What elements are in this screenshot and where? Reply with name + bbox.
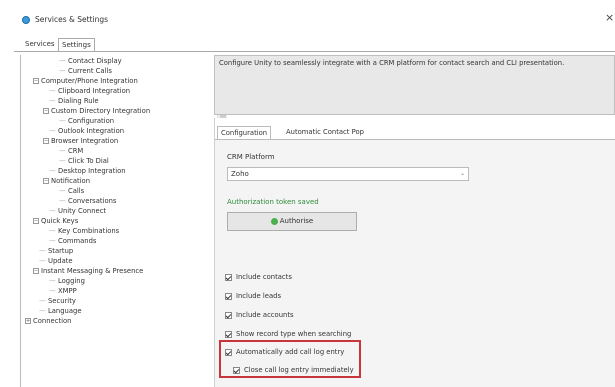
tree-item-clipboard-integration[interactable]: — Clipboard Integration [49,87,130,95]
checkbox-checked-icon [225,330,232,338]
tab-settings[interactable]: Settings [58,38,95,52]
checkbox-include-leads[interactable]: Include leads [225,292,281,300]
collapse-icon[interactable]: − [33,218,39,224]
content-area: Configuration Automatic Contact Pop CRM … [214,118,615,387]
tree-item-key-combinations[interactable]: — Key Combinations [49,227,119,235]
configuration-panel: CRM Platform Zoho ⌄ Authorization token … [215,139,615,387]
tree-item-contact-display[interactable]: — Contact Display [59,57,122,65]
checkbox-include-accounts[interactable]: Include accounts [225,311,294,319]
checkbox-show-record-type[interactable]: Show record type when searching [225,330,351,338]
settings-tree: — Contact Display — Current Calls − Compu… [20,55,227,387]
collapse-icon[interactable]: − [43,178,49,184]
app-icon [22,16,30,24]
authorise-icon [270,217,278,225]
tree-item-dialing-rule[interactable]: — Dialing Rule [49,97,99,105]
tree-item-update[interactable]: — Update [39,257,73,265]
tree-item-current-calls[interactable]: — Current Calls [59,67,112,75]
tree-item-crm[interactable]: — CRM [59,147,83,155]
highlight-box [219,340,361,378]
chevron-down-icon: ⌄ [459,170,465,177]
tree-item-startup[interactable]: — Startup [39,247,73,255]
tree-item-calls[interactable]: — Calls [59,187,84,195]
tab-automatic-contact-pop[interactable]: Automatic Contact Pop [283,126,367,140]
tree-item-notification[interactable]: − Notification [43,177,90,185]
tree-item-browser-integration[interactable]: − Browser Integration [43,137,118,145]
tree-item-desktop-integration[interactable]: — Desktop Integration [49,167,126,175]
collapse-icon[interactable]: − [43,108,49,114]
checkbox-checked-icon [225,311,232,319]
expand-icon[interactable]: + [25,318,31,324]
crm-platform-label: CRM Platform [227,153,275,161]
description-text: Configure Unity to seamlessly integrate … [219,59,565,67]
tree-item-click-to-dial[interactable]: — Click To Dial [59,157,109,165]
tree-item-custom-directory-integration[interactable]: − Custom Directory Integration [43,107,150,115]
crm-platform-dropdown[interactable]: Zoho ⌄ [227,167,469,181]
collapse-icon[interactable]: − [33,78,39,84]
auth-status-text: Authorization token saved [227,198,319,206]
authorise-button[interactable]: Authorise [227,212,357,231]
tree-item-connection[interactable]: + Connection [25,317,71,325]
collapse-icon[interactable]: − [33,268,39,274]
window-title: Services & Settings [35,15,109,24]
checkbox-checked-icon [225,292,232,300]
tree-item-language[interactable]: — Language [39,307,82,315]
title-bar: Services & Settings × [0,0,615,32]
authorise-label: Authorise [279,217,314,225]
tree-item-conversations[interactable]: — Conversations [59,197,116,205]
checkbox-include-contacts[interactable]: Include contacts [225,273,292,281]
tree-item-xmpp[interactable]: — XMPP [49,287,77,295]
tree-item-security[interactable]: — Security [39,297,76,305]
tab-configuration[interactable]: Configuration [217,126,272,140]
tree-item-instant-messaging-presence[interactable]: − Instant Messaging & Presence [33,267,143,275]
tree-item-quick-keys[interactable]: − Quick Keys [33,217,78,225]
tree-item-outlook-integration[interactable]: — Outlook Integration [49,127,124,135]
collapse-icon[interactable]: − [43,138,49,144]
tab-services[interactable]: Services [22,38,58,52]
checkbox-checked-icon [225,273,232,281]
close-icon[interactable]: × [605,11,614,24]
tabs-divider [14,51,615,52]
tree-item-commands[interactable]: — Commands [49,237,96,245]
tree-item-configuration[interactable]: — Configuration [59,117,114,125]
tree-item-logging[interactable]: — Logging [49,277,85,285]
description-box: Configure Unity to seamlessly integrate … [214,55,615,115]
tree-item-computer-phone-integration[interactable]: − Computer/Phone Integration [33,77,138,85]
tree-item-unity-connect[interactable]: — Unity Connect [49,207,106,215]
crm-platform-value: Zoho [231,170,249,178]
